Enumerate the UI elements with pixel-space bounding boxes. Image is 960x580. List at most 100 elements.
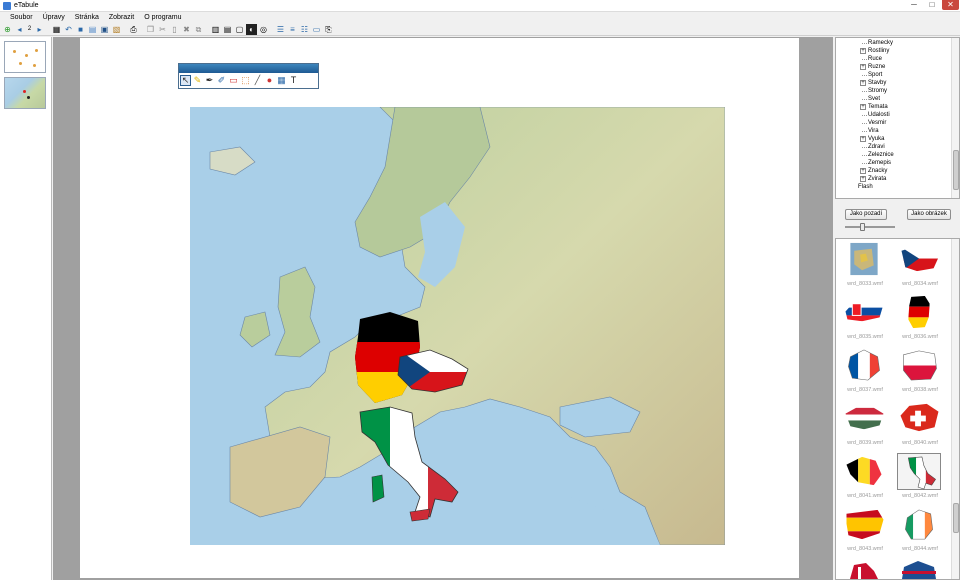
copy-icon[interactable]: ❐ <box>145 24 156 35</box>
minimize-button[interactable]: ─ <box>906 0 922 10</box>
canvas-page[interactable]: ↖ ✎ ✒ ✐ ▭ ⬚ ╱ ● ▦ T <box>80 38 799 578</box>
menu-view[interactable]: Zobrazit <box>104 12 139 23</box>
spotlight-icon[interactable]: ◎ <box>258 24 269 35</box>
gallery-item-partial[interactable] <box>844 559 884 579</box>
menu-about[interactable]: O programu <box>139 12 186 23</box>
gallery-item[interactable]: wrd_8044.wmf <box>894 505 946 555</box>
insert-as-image-button[interactable]: Jako obrázek <box>907 209 951 220</box>
tree-expander-icon[interactable]: + <box>860 104 866 110</box>
next-page-icon[interactable]: ▸ <box>34 24 45 35</box>
tree-item[interactable]: Stromy <box>836 87 959 95</box>
screen-shade-icon[interactable]: ◐ <box>246 23 257 35</box>
tree-item[interactable]: + Temata <box>836 103 959 111</box>
maximize-button[interactable]: □ <box>924 0 940 10</box>
delete-icon[interactable]: ✖ <box>181 24 192 35</box>
marker-tool-icon[interactable]: ✐ <box>216 75 227 86</box>
tree-item[interactable]: + Stavby <box>836 79 959 87</box>
bring-front-icon[interactable]: ▥ <box>210 24 221 35</box>
export-icon[interactable]: ⎘ <box>323 24 334 35</box>
menu-edit[interactable]: Úpravy <box>38 12 70 23</box>
open-icon[interactable]: ▤ <box>87 24 98 35</box>
gallery-item[interactable]: wrd_8040.wmf <box>894 399 946 449</box>
grid-icon[interactable]: ▦ <box>51 24 62 35</box>
work-area: ↖ ✎ ✒ ✐ ▭ ⬚ ╱ ● ▦ T <box>53 37 833 580</box>
tree-item[interactable]: Zdravi <box>836 143 959 151</box>
gallery-item[interactable]: wrd_8038.wmf <box>894 346 946 396</box>
gallery-item[interactable]: wrd_8037.wmf <box>839 346 891 396</box>
tree-item[interactable]: Vesmir <box>836 119 959 127</box>
gallery-scrollbar-thumb[interactable] <box>953 503 959 533</box>
europe-map[interactable] <box>190 107 725 545</box>
page-thumbnail-1[interactable] <box>4 41 46 73</box>
prev-page-icon[interactable]: ◂ <box>14 24 25 35</box>
print-icon[interactable]: ⎙ <box>128 24 139 35</box>
save-as-icon[interactable]: ▧ <box>111 24 122 35</box>
undo-icon[interactable]: ↶ <box>63 24 74 35</box>
tree-item[interactable]: Udalosti <box>836 111 959 119</box>
align-center-icon[interactable]: ≡ <box>287 24 298 35</box>
tree-item[interactable]: + Zvirata <box>836 175 959 183</box>
cut-icon[interactable]: ✂ <box>157 24 168 35</box>
czech-clipart <box>897 241 941 278</box>
layer-icon[interactable]: ▢ <box>234 24 245 35</box>
gallery-item[interactable]: wrd_8034.wmf <box>894 240 946 290</box>
tree-scrollbar[interactable] <box>951 38 959 198</box>
gallery-item[interactable]: wrd_8033.wmf <box>839 240 891 290</box>
tree-item[interactable]: Zeleznice <box>836 151 959 159</box>
menu-page[interactable]: Stránka <box>70 12 104 23</box>
page-thumbnail-2[interactable] <box>4 77 46 109</box>
tree-item[interactable]: + Rostliny <box>836 47 959 55</box>
text-tool-icon[interactable]: T <box>288 75 299 86</box>
pencil-tool-icon[interactable]: ✎ <box>192 75 203 86</box>
drawing-toolbar-caption[interactable] <box>179 64 318 73</box>
send-back-icon[interactable]: ▤ <box>222 24 233 35</box>
gallery-item[interactable]: wrd_8035.wmf <box>839 293 891 343</box>
paste-icon[interactable]: ▯ <box>169 24 180 35</box>
tree-item[interactable]: Sport <box>836 71 959 79</box>
tree-connector <box>862 115 867 116</box>
close-button[interactable]: ✕ <box>942 0 959 10</box>
tree-item[interactable]: Svet <box>836 95 959 103</box>
set-as-background-button[interactable]: Jako pozadí <box>845 209 887 220</box>
tree-item[interactable]: Ruce <box>836 55 959 63</box>
tree-expander-icon[interactable]: + <box>860 64 866 70</box>
align-right-icon[interactable]: ☷ <box>299 24 310 35</box>
align-left-icon[interactable]: ☰ <box>275 24 286 35</box>
tree-item[interactable]: + Znacky <box>836 167 959 175</box>
tree-expander-icon[interactable]: + <box>860 48 866 54</box>
fill-tool-icon[interactable]: ⬚ <box>240 75 251 86</box>
tree-item[interactable]: Vira <box>836 127 959 135</box>
tree-expander-icon[interactable]: + <box>860 80 866 86</box>
new-icon[interactable]: ■ <box>75 24 86 35</box>
shapes-tool-icon[interactable]: ● <box>264 75 275 86</box>
tree-item[interactable]: + Ruzne <box>836 63 959 71</box>
highlighter-tool-icon[interactable]: ╱ <box>252 75 263 86</box>
gallery-item-caption: wrd_8035.wmf <box>847 334 883 340</box>
image-tool-icon[interactable]: ▦ <box>276 75 287 86</box>
tree-item-flash[interactable]: Flash <box>836 183 959 191</box>
add-page-icon[interactable]: ⊕ <box>2 24 13 35</box>
gallery-item[interactable]: wrd_8039.wmf <box>839 399 891 449</box>
tree-expander-icon[interactable]: + <box>860 168 866 174</box>
tree-expander-icon[interactable]: + <box>860 136 866 142</box>
eraser-tool-icon[interactable]: ▭ <box>228 75 239 86</box>
pen-tool-icon[interactable]: ✒ <box>204 75 215 86</box>
monitor-icon[interactable]: ▭ <box>311 24 322 35</box>
tree-item[interactable]: + Vyuka <box>836 135 959 143</box>
save-icon[interactable]: ▣ <box>99 24 110 35</box>
clone-icon[interactable]: ⧉ <box>193 24 204 35</box>
tree-item[interactable]: Zemepis <box>836 159 959 167</box>
size-slider[interactable] <box>845 223 895 231</box>
tree-expander-icon[interactable]: + <box>860 176 866 182</box>
gallery-item[interactable]: wrd_8041.wmf <box>839 452 891 502</box>
gallery-item[interactable]: wrd_8042.wmf <box>894 452 946 502</box>
tree-scrollbar-thumb[interactable] <box>953 150 959 190</box>
tree-item[interactable]: Ramecky <box>836 39 959 47</box>
size-slider-knob[interactable] <box>860 223 865 231</box>
pointer-tool-icon[interactable]: ↖ <box>180 75 191 86</box>
gallery-scrollbar[interactable] <box>951 239 959 579</box>
menu-file[interactable]: Soubor <box>5 12 38 23</box>
gallery-item-partial[interactable] <box>898 559 938 579</box>
gallery-item[interactable]: wrd_8043.wmf <box>839 505 891 555</box>
gallery-item[interactable]: wrd_8036.wmf <box>894 293 946 343</box>
